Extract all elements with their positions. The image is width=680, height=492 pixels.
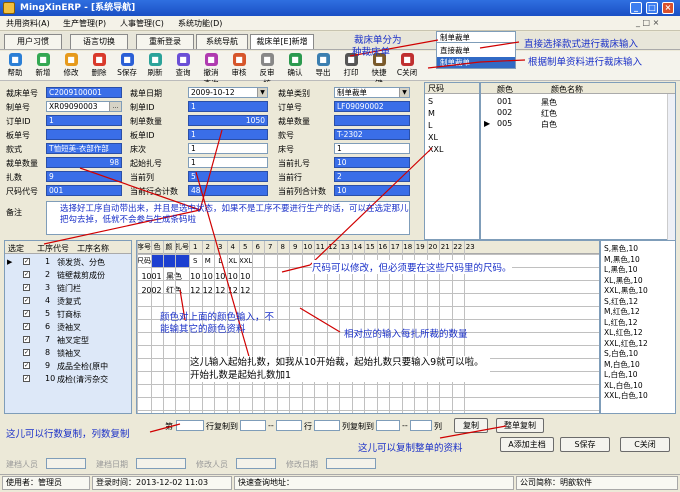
annotation-direct: 直接选择款式进行裁床输入 (524, 39, 639, 50)
annotation-start-bundle: 这儿输入起始扎数，如我从10开始裁，起始扎数只要输入9就可以啦。开始扎数是起始扎… (190, 356, 490, 382)
arrow-line (427, 61, 481, 69)
annotation-color: 颜色对上面的颜色输入，不能输其它的颜色资料 (160, 312, 275, 335)
annotation-whole-copy: 这儿可以复制整单的资料 (358, 443, 463, 454)
arrow-line (281, 264, 311, 273)
annotation-type-b: 种裁床单 (352, 47, 391, 58)
arrow-line (479, 59, 526, 63)
annotation-arrows (43, 39, 526, 439)
annotation-row-col-copy: 这儿可以行数复制，列数复制 (6, 429, 130, 440)
annotation-process: 选择好工序自动带出来，并且是选中状态，如果不是工序不要进行生产的话，可以在选定那… (60, 204, 409, 225)
arrow-line (439, 425, 507, 439)
annotation-qty: 相对应的输入每扎所裁的数量 (344, 329, 468, 340)
annotation-order: 根据制单资料进行裁床输入 (528, 57, 643, 68)
arrow-line (299, 307, 341, 333)
arrow-line (149, 423, 181, 433)
annotation-size: 尺码可以修改，但必须要在这些尺码里的尺码。 (312, 260, 512, 274)
arrow-line (479, 41, 520, 49)
